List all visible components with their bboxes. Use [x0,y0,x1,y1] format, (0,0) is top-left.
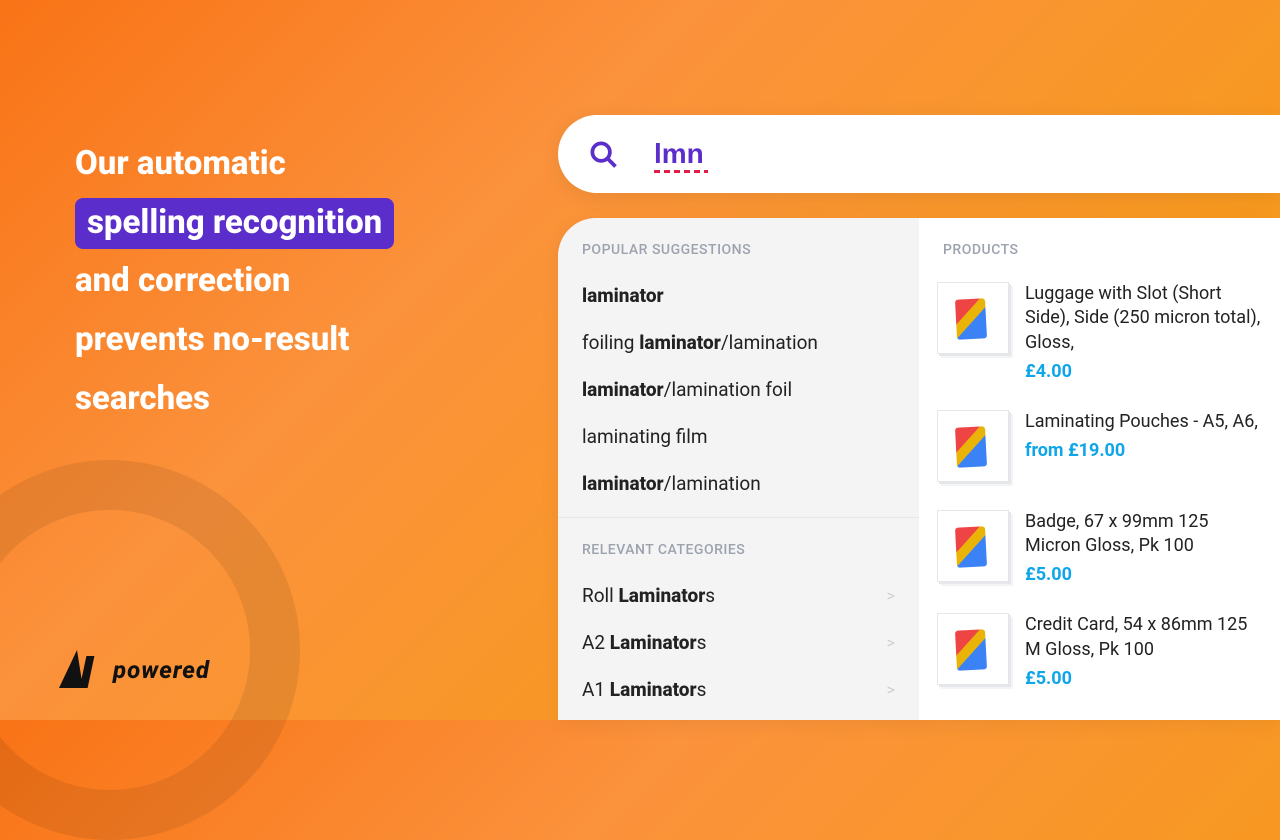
category-item[interactable]: Roll Laminators > [558,572,919,619]
suggestion-item[interactable]: laminator/lamination [558,460,919,507]
spellcheck-underline-icon [654,170,708,173]
product-item[interactable]: Laminating Pouches - A5, A6, from £19.00 [919,400,1280,500]
product-item[interactable]: Credit Card, 54 x 86mm 125 M Gloss, Pk 1… [919,603,1280,707]
products-column: PRODUCTS Luggage with Slot (Short Side),… [919,218,1280,720]
suggestion-item[interactable]: laminator/lamination foil [558,366,919,413]
headline: Our automatic spelling recognition and c… [75,135,505,429]
product-thumbnail [937,282,1009,354]
category-item[interactable]: A1 Laminators > [558,666,919,713]
products-label: PRODUCTS [919,242,1280,272]
search-icon [588,139,618,169]
product-thumbnail [937,410,1009,482]
product-title: Luggage with Slot (Short Side), Side (25… [1025,282,1262,355]
headline-line4: prevents no-result [75,320,349,359]
product-price: £5.00 [1025,564,1262,585]
category-item-label: A2 Laminators [582,631,706,654]
headline-line3: and correction [75,261,290,300]
headline-highlight: spelling recognition [75,198,394,249]
search-bar[interactable] [558,115,1280,193]
product-title: Badge, 67 x 99mm 125 Micron Gloss, Pk 10… [1025,510,1262,559]
suggestions-column: POPULAR SUGGESTIONS laminatorfoiling lam… [558,218,919,720]
product-thumbnail [937,510,1009,582]
search-input[interactable] [654,138,854,170]
suggestion-panel: POPULAR SUGGESTIONS laminatorfoiling lam… [558,218,1280,720]
suggestion-item[interactable]: laminating film [558,413,919,460]
product-title: Credit Card, 54 x 86mm 125 M Gloss, Pk 1… [1025,613,1262,662]
product-price: from £19.00 [1025,440,1262,461]
product-price: £4.00 [1025,361,1262,382]
headline-line5: searches [75,379,210,418]
product-thumbnail [937,613,1009,685]
ai-logo-icon [55,650,103,690]
chevron-right-icon: > [887,680,895,699]
product-item[interactable]: Badge, 67 x 99mm 125 Micron Gloss, Pk 10… [919,500,1280,604]
relevant-categories-label: RELEVANT CATEGORIES [558,518,919,572]
product-item[interactable]: Luggage with Slot (Short Side), Side (25… [919,272,1280,400]
suggestion-item[interactable]: foiling laminator/lamination [558,319,919,366]
popular-suggestions-label: POPULAR SUGGESTIONS [558,218,919,272]
category-item-label: Roll Laminators [582,584,715,607]
category-item-label: A1 Laminators [582,678,706,701]
category-item[interactable]: A2 Laminators > [558,619,919,666]
ai-powered-text: powered [113,656,210,684]
chevron-right-icon: > [887,633,895,652]
suggestion-item[interactable]: laminator [558,272,919,319]
ai-powered-badge: powered [55,650,210,690]
product-title: Laminating Pouches - A5, A6, [1025,410,1262,434]
product-price: £5.00 [1025,668,1262,689]
chevron-right-icon: > [887,586,895,605]
headline-line1: Our automatic [75,144,286,183]
